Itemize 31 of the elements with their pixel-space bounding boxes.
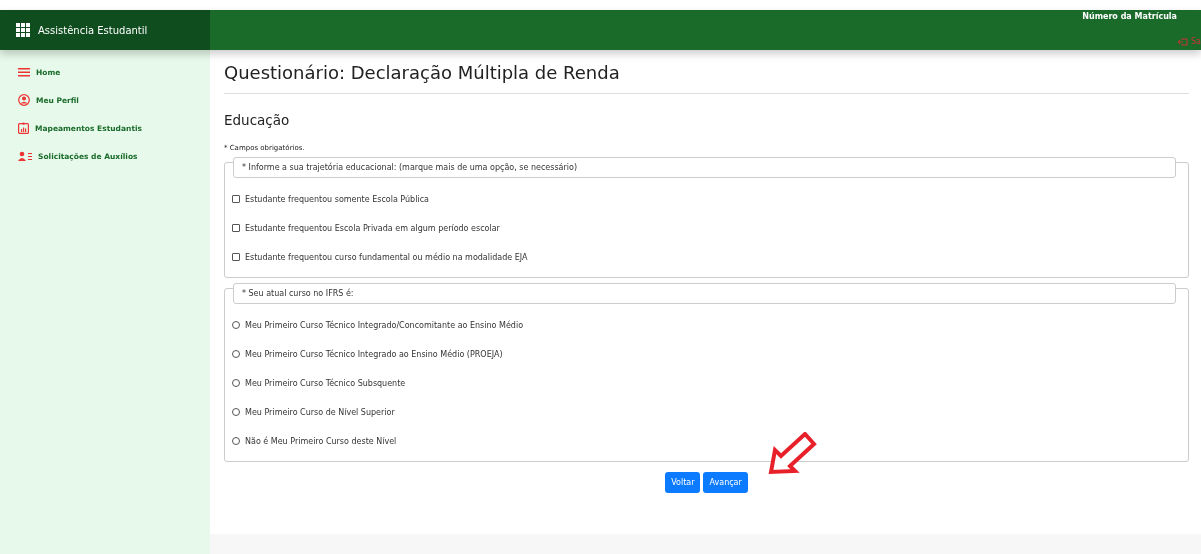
checkbox[interactable] [232, 224, 240, 232]
option-label: Meu Primeiro Curso de Nível Superior [245, 407, 395, 417]
option-label: Estudante frequentou curso fundamental ou médio na modalidade EJA [245, 252, 528, 262]
question-legend: * Seu atual curso no IFRS é: [233, 283, 1176, 304]
radio-button[interactable] [232, 437, 240, 445]
clipboard-chart-icon [18, 122, 29, 134]
logo-icon [16, 23, 30, 37]
exit-icon [1178, 37, 1188, 46]
arrow-icon [766, 432, 817, 476]
radio-button[interactable] [232, 321, 240, 329]
app-title: Assistência Estudantil [38, 24, 148, 36]
page-title: Questionário: Declaração Múltipla de Renda [224, 62, 1189, 94]
user-icon [18, 94, 30, 106]
checkbox[interactable] [232, 195, 240, 203]
option-label: Meu Primeiro Curso Técnico Integrado/Concomitante ao Ensino Médio [245, 320, 524, 330]
option-label: Estudante frequentou somente Escola Pública [245, 194, 429, 204]
option-label: Estudante frequentou Escola Privada em algum período escolar [245, 223, 500, 233]
question-legend: * Informe a sua trajetória educacional: (marque mais de uma opção, se necessário) [233, 157, 1176, 178]
checkbox[interactable] [232, 253, 240, 261]
radio-button[interactable] [232, 379, 240, 387]
user-list-icon [18, 151, 32, 161]
enrollment-label: Número da Matrícula [1082, 12, 1177, 21]
back-button[interactable]: Voltar [665, 472, 701, 493]
radio-button[interactable] [232, 350, 240, 358]
next-button[interactable]: Avançar [703, 472, 748, 493]
section-heading: Educação [224, 112, 291, 128]
option-label: Não é Meu Primeiro Curso deste Nível [245, 436, 397, 446]
option-label: Meu Primeiro Curso Técnico Subsquente [245, 378, 406, 388]
radio-button[interactable] [232, 408, 240, 416]
menu-icon [18, 67, 30, 77]
option-label: Meu Primeiro Curso Técnico Integrado ao Ensino Médio (PROEJA) [245, 349, 503, 359]
